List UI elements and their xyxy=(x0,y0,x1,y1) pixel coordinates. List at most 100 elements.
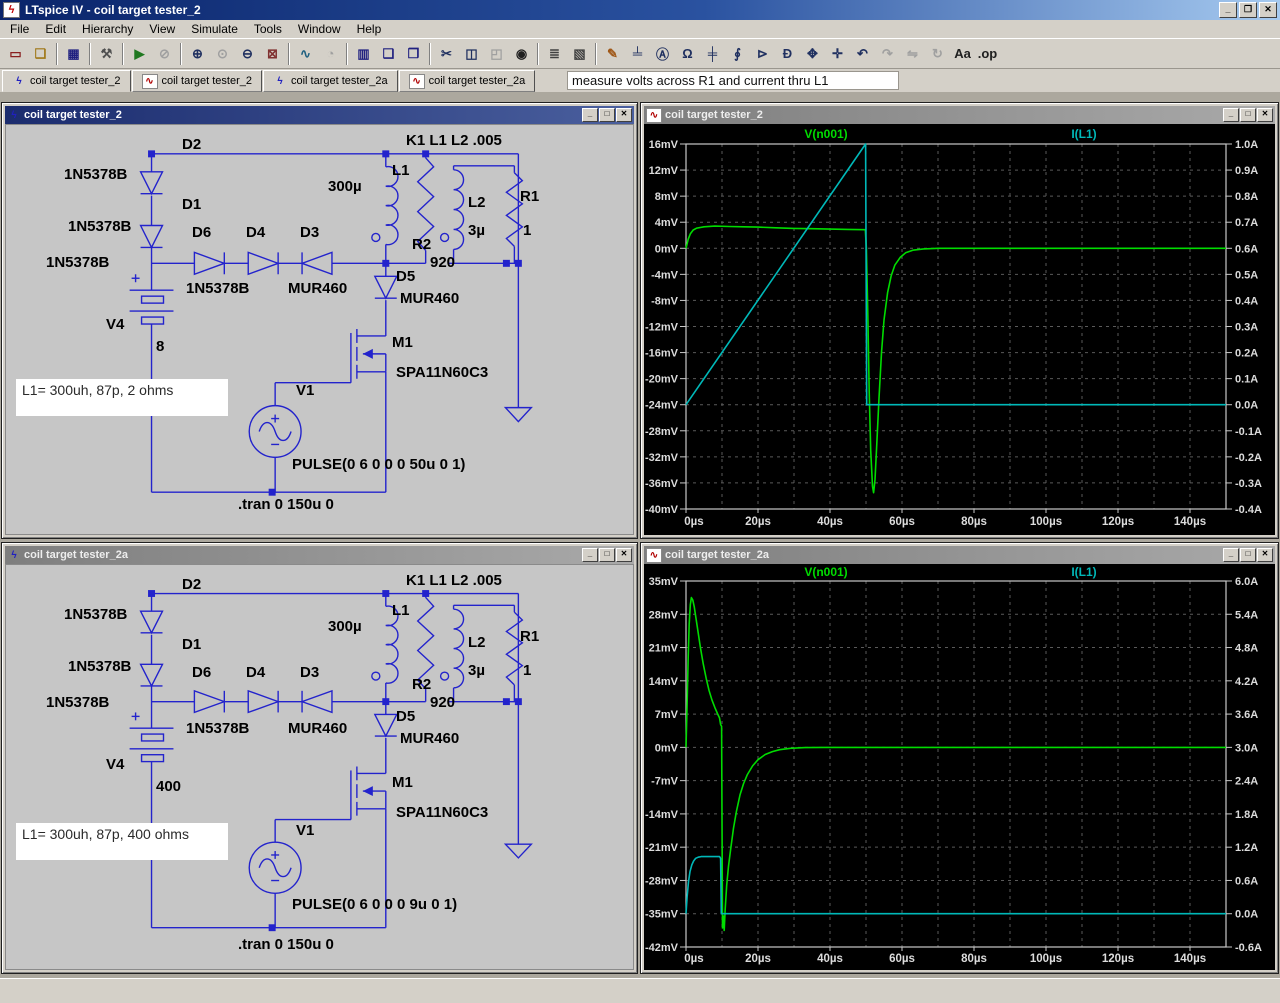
component-label-v4[interactable]: V4 xyxy=(106,317,124,333)
component-label-n5378_4[interactable]: 1N5378B xyxy=(186,281,249,297)
run-icon[interactable]: ▶ xyxy=(127,43,152,65)
component-label-n5378_3[interactable]: 1N5378B xyxy=(46,695,109,711)
component-label-d4[interactable]: D4 xyxy=(246,665,265,681)
component-label-pulse[interactable]: PULSE(0 6 0 0 0 9u 0 1) xyxy=(292,897,457,913)
component-label-l2val[interactable]: 3µ xyxy=(468,663,485,679)
component-label-d1[interactable]: D1 xyxy=(182,637,201,653)
component-label-r1[interactable]: R1 xyxy=(520,629,539,645)
child-titlebar[interactable]: ∿ coil target tester_2 _ □ ✕ xyxy=(644,106,1275,124)
component-label-n5378_3[interactable]: 1N5378B xyxy=(46,255,109,271)
menu-hierarchy[interactable]: Hierarchy xyxy=(74,21,141,37)
place-ground-icon[interactable]: ╧ xyxy=(625,43,650,65)
component-label-d1[interactable]: D1 xyxy=(182,197,201,213)
component-label-r2[interactable]: R2 xyxy=(412,237,431,253)
component-label-v1[interactable]: V1 xyxy=(296,823,314,839)
component-label-d3[interactable]: D3 xyxy=(300,225,319,241)
component-label-l2val[interactable]: 3µ xyxy=(468,223,485,239)
component-label-pulse[interactable]: PULSE(0 6 0 0 0 50u 0 1) xyxy=(292,457,465,473)
new-schematic-icon[interactable]: ▭ xyxy=(3,43,28,65)
component-label-mur460_1[interactable]: MUR460 xyxy=(288,721,347,737)
child-minimize-button[interactable]: _ xyxy=(1223,108,1239,122)
zoom-out-icon[interactable]: ⊖ xyxy=(235,43,260,65)
copy-icon[interactable]: ◫ xyxy=(459,43,484,65)
component-label-d6[interactable]: D6 xyxy=(192,225,211,241)
save-icon[interactable]: ▦ xyxy=(61,43,86,65)
component-label-m1type[interactable]: SPA11N60C3 xyxy=(396,805,488,821)
tile-horizontal-icon[interactable]: ❑ xyxy=(376,43,401,65)
child-minimize-button[interactable]: _ xyxy=(582,108,598,122)
place-inductor-icon[interactable]: ∮ xyxy=(725,43,750,65)
child-maximize-button[interactable]: □ xyxy=(1240,108,1256,122)
waveform-plot[interactable]: 16mV1.0A12mV0.9A8mV0.8A4mV0.7A0mV0.6A-4m… xyxy=(644,124,1275,535)
child-maximize-button[interactable]: □ xyxy=(1240,548,1256,562)
component-label-mur460_1[interactable]: MUR460 xyxy=(288,281,347,297)
child-minimize-button[interactable]: _ xyxy=(582,548,598,562)
component-label-d5[interactable]: D5 xyxy=(396,269,415,285)
print-preview-icon[interactable]: ≣ xyxy=(542,43,567,65)
autorange-waveform-icon[interactable]: ∿ xyxy=(293,43,318,65)
mirror-icon[interactable]: ⇋ xyxy=(900,43,925,65)
legend-I(L1)[interactable]: I(L1) xyxy=(1071,127,1096,141)
close-button[interactable]: ✕ xyxy=(1259,2,1277,18)
component-label-r1[interactable]: R1 xyxy=(520,189,539,205)
component-label-d3[interactable]: D3 xyxy=(300,665,319,681)
undo-icon[interactable]: ↶ xyxy=(850,43,875,65)
legend-I(L1)[interactable]: I(L1) xyxy=(1071,565,1096,579)
child-minimize-button[interactable]: _ xyxy=(1223,548,1239,562)
menu-file[interactable]: File xyxy=(2,21,37,37)
child-close-button[interactable]: ✕ xyxy=(616,108,632,122)
component-label-m1[interactable]: M1 xyxy=(392,775,413,791)
pan-waveform-icon[interactable]: ◔ xyxy=(318,43,343,65)
component-label-mur460_2[interactable]: MUR460 xyxy=(400,731,459,747)
menu-view[interactable]: View xyxy=(141,21,183,37)
component-label-k1[interactable]: K1 L1 L2 .005 xyxy=(406,573,502,589)
drag-icon[interactable]: ✛ xyxy=(825,43,850,65)
component-label-n5378_1[interactable]: 1N5378B xyxy=(64,167,127,183)
component-label-n5378_4[interactable]: 1N5378B xyxy=(186,721,249,737)
main-titlebar[interactable]: ϟ LTspice IV - coil target tester_2 _ ❐ … xyxy=(0,0,1280,20)
tab-coil-target-tester_2-schematic[interactable]: ϟcoil target tester_2 xyxy=(2,70,131,92)
child-titlebar[interactable]: ϟ coil target tester_2a _ □ ✕ xyxy=(5,546,634,564)
component-label-l2[interactable]: L2 xyxy=(468,195,486,211)
component-label-m1[interactable]: M1 xyxy=(392,335,413,351)
print-icon[interactable]: ▧ xyxy=(567,43,592,65)
find-icon[interactable]: ◉ xyxy=(509,43,534,65)
component-label-r2val[interactable]: 920 xyxy=(430,255,455,271)
spice-directive-icon[interactable]: .op xyxy=(975,43,1000,65)
component-label-d2[interactable]: D2 xyxy=(182,137,201,153)
place-label-icon[interactable]: Ⓐ xyxy=(650,43,675,65)
component-label-v4val[interactable]: 400 xyxy=(156,779,181,795)
move-icon[interactable]: ✥ xyxy=(800,43,825,65)
component-label-n5378_2[interactable]: 1N5378B xyxy=(68,219,131,235)
waveform-plot[interactable]: 35mV6.0A28mV5.4A21mV4.8A14mV4.2A7mV3.6A0… xyxy=(644,564,1275,970)
paste-icon[interactable]: ◰ xyxy=(484,43,509,65)
component-label-r2[interactable]: R2 xyxy=(412,677,431,693)
component-label-l1[interactable]: L1 xyxy=(392,603,410,619)
open-icon[interactable]: ❏ xyxy=(28,43,53,65)
schematic-canvas[interactable]: L1= 300uh, 87p, 2 ohms D2 1N5378B D1 1N5378… xyxy=(5,124,634,535)
cascade-windows-icon[interactable]: ❒ xyxy=(401,43,426,65)
draw-wire-icon[interactable]: ✎ xyxy=(600,43,625,65)
tile-vertical-icon[interactable]: ▥ xyxy=(351,43,376,65)
tab-coil-target-tester_2-waveform[interactable]: ∿coil target tester_2 xyxy=(132,70,263,92)
place-text-icon[interactable]: Aa xyxy=(950,43,975,65)
place-component-icon[interactable]: Ð xyxy=(775,43,800,65)
legend-V(n001)[interactable]: V(n001) xyxy=(804,127,847,141)
restore-button[interactable]: ❐ xyxy=(1239,2,1257,18)
menu-window[interactable]: Window xyxy=(290,21,349,37)
place-diode-icon[interactable]: ⊳ xyxy=(750,43,775,65)
tab-coil-target-tester_2a-waveform[interactable]: ∿coil target tester_2a xyxy=(399,70,536,92)
child-maximize-button[interactable]: □ xyxy=(599,548,615,562)
component-label-tran[interactable]: .tran 0 150u 0 xyxy=(238,937,334,953)
waveform-plot-area[interactable]: 16mV1.0A12mV0.9A8mV0.8A4mV0.7A0mV0.6A-4m… xyxy=(644,124,1275,535)
component-label-r2val[interactable]: 920 xyxy=(430,695,455,711)
menu-edit[interactable]: Edit xyxy=(37,21,74,37)
zoom-in-icon[interactable]: ⊕ xyxy=(185,43,210,65)
component-label-d4[interactable]: D4 xyxy=(246,225,265,241)
menu-simulate[interactable]: Simulate xyxy=(183,21,246,37)
minimize-button[interactable]: _ xyxy=(1219,2,1237,18)
component-label-v1[interactable]: V1 xyxy=(296,383,314,399)
schematic-note[interactable]: L1= 300uh, 87p, 2 ohms xyxy=(16,379,228,416)
component-label-v4val[interactable]: 8 xyxy=(156,339,164,355)
menu-tools[interactable]: Tools xyxy=(246,21,290,37)
